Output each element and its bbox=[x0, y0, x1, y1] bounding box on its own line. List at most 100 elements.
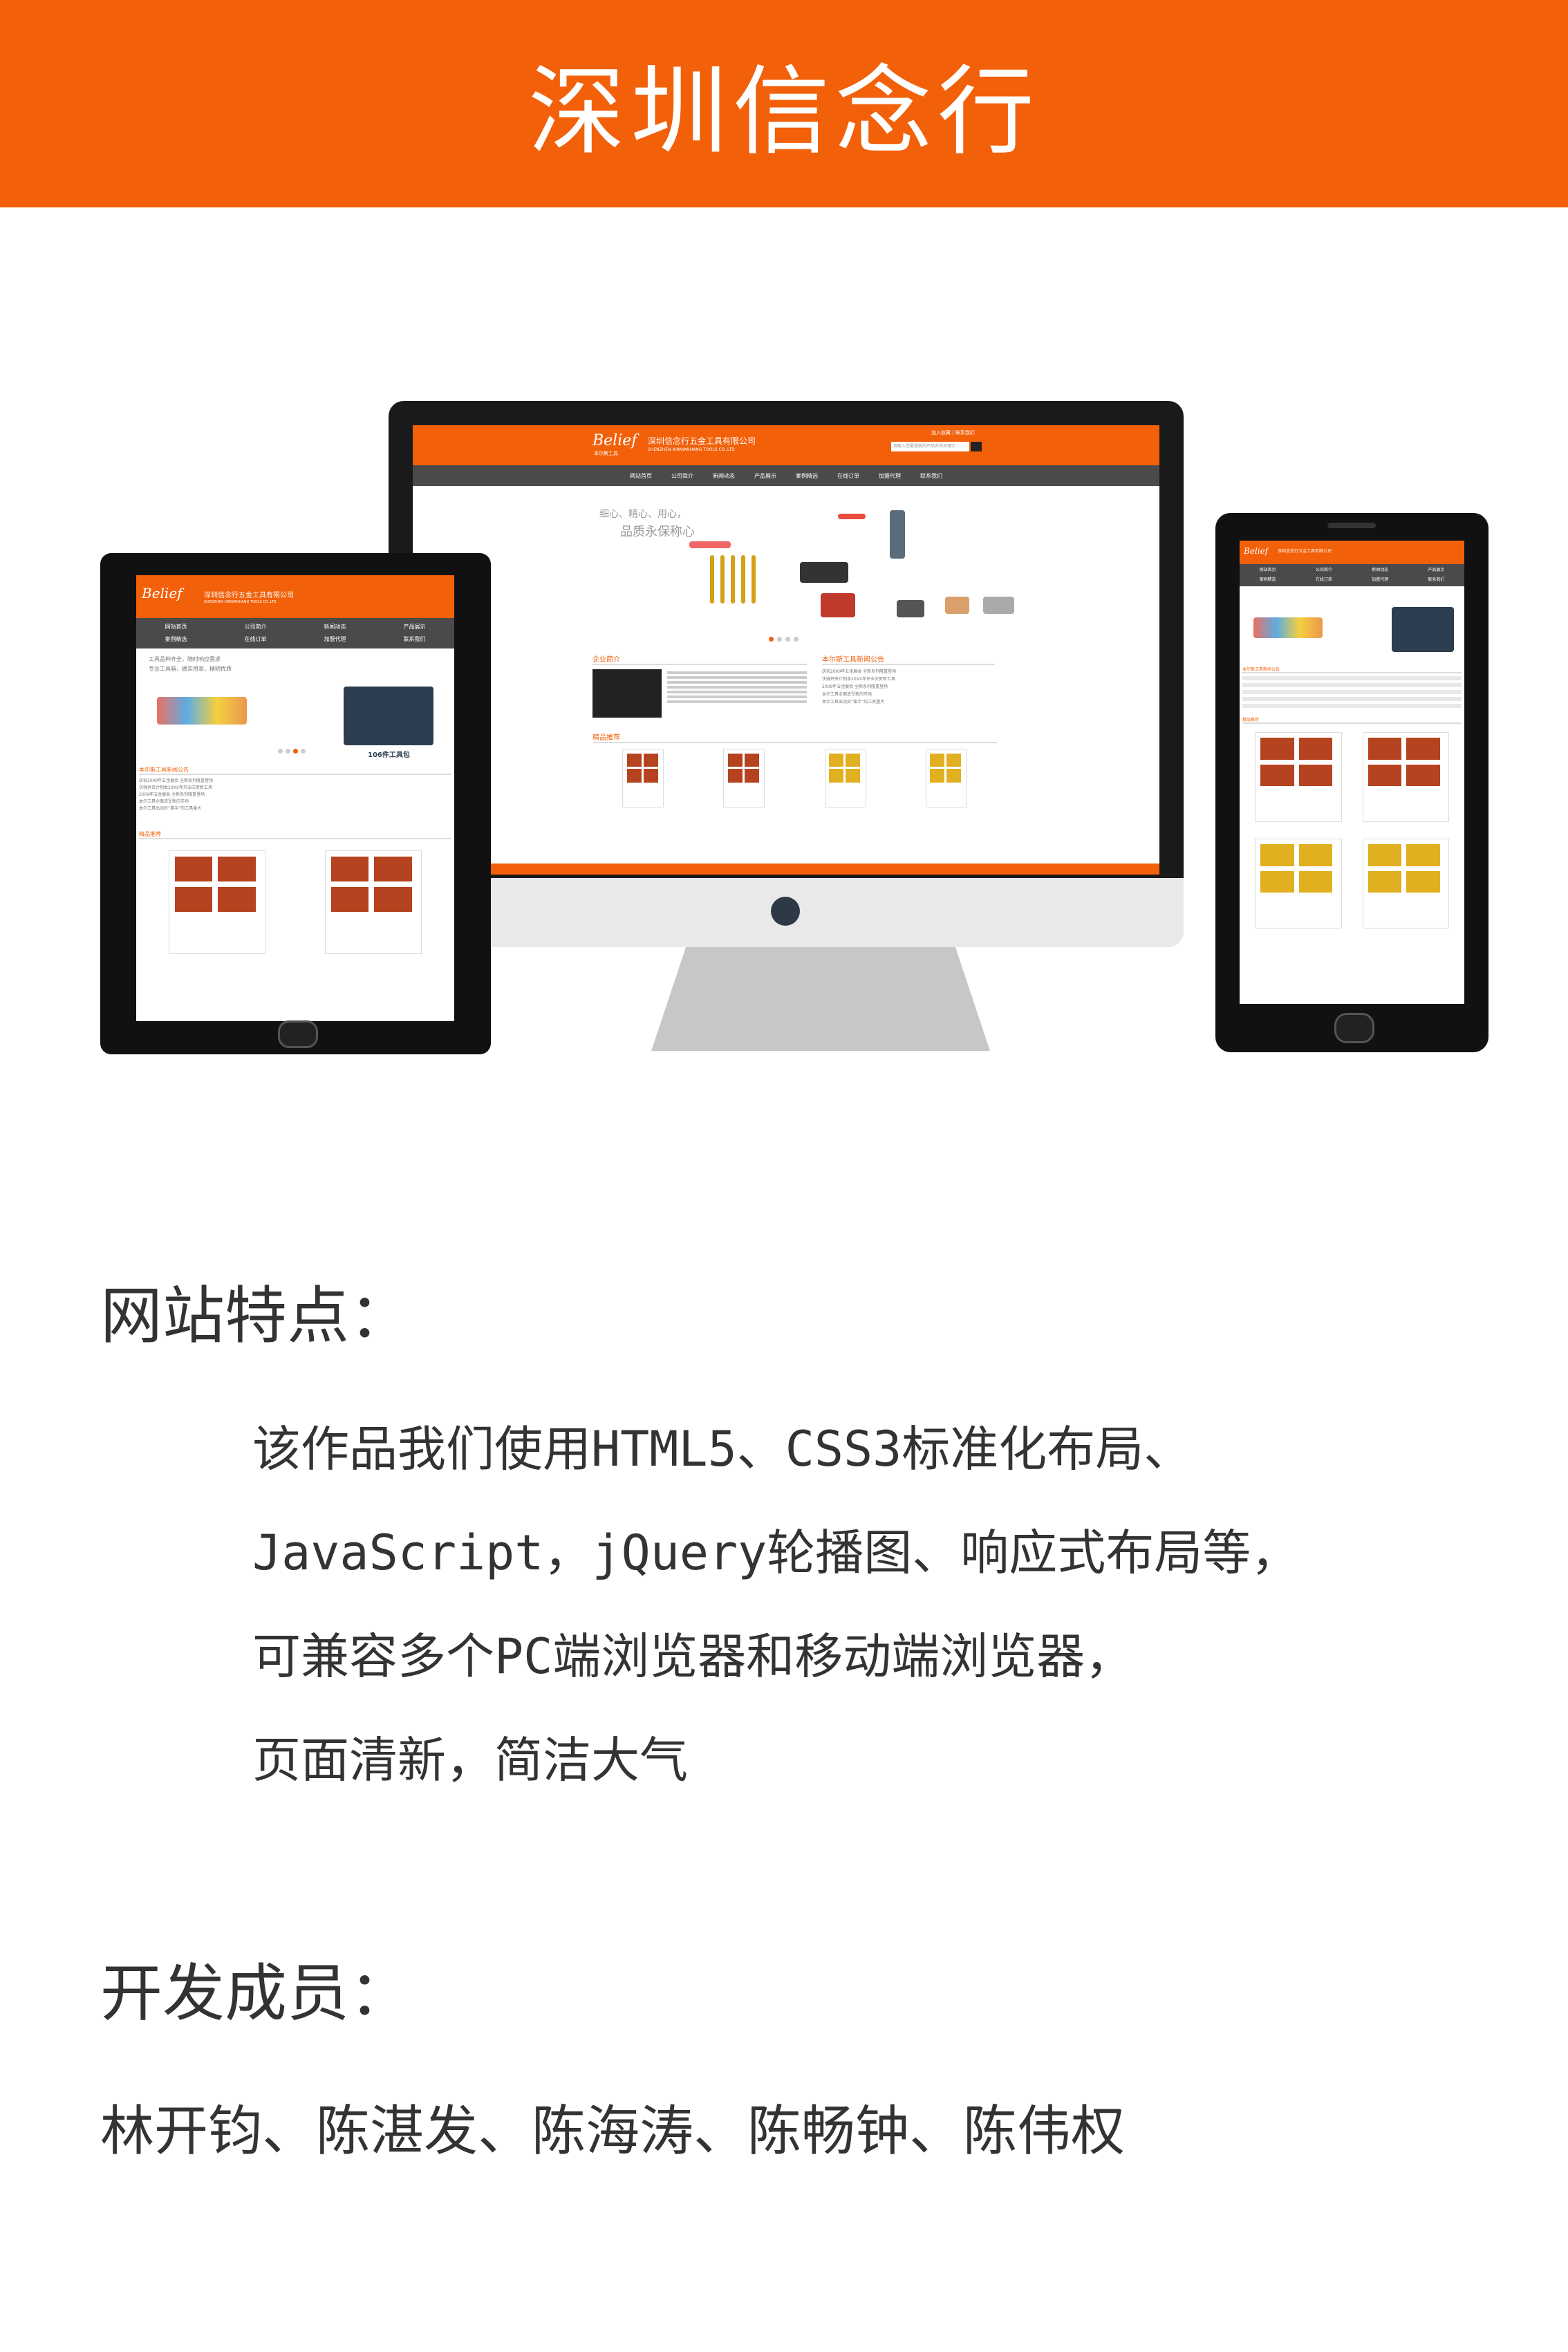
carousel-dot[interactable] bbox=[293, 749, 298, 754]
screwdriver-image bbox=[741, 555, 745, 604]
carousel-dot[interactable] bbox=[794, 637, 799, 642]
news-item[interactable]: 庆祝2009年五金展会 全新系列隆重登场 bbox=[822, 668, 995, 675]
news-item[interactable]: 2009年五金展会 全新系列隆重登场 bbox=[139, 792, 451, 799]
carousel-dot[interactable] bbox=[301, 749, 306, 754]
news-item[interactable]: 沃强并央计制本20XX年开业庆贺新工具 bbox=[822, 675, 995, 683]
phone-company-name: 深圳信念行五金工具有限公司 bbox=[1278, 549, 1332, 554]
product-card[interactable] bbox=[723, 749, 765, 808]
nav-item[interactable]: 网站首页 bbox=[136, 621, 216, 633]
tablet-hero-line1: 工具品种齐全，随时响应需求 bbox=[149, 656, 221, 662]
news-item[interactable]: 本尔工具全面进军新的市场 bbox=[822, 691, 995, 698]
news-item[interactable]: 本尔工具全面进军新的市场 bbox=[139, 799, 451, 805]
product-card[interactable] bbox=[1362, 732, 1449, 822]
banner-title: 深圳信念行 bbox=[528, 56, 1040, 169]
about-heading: 企业简介 bbox=[592, 653, 807, 665]
tablet-home-button bbox=[278, 1020, 318, 1048]
team-heading: 开发成员： bbox=[100, 1957, 411, 2030]
product-card[interactable] bbox=[622, 749, 664, 808]
nav-item[interactable]: 新闻动态 bbox=[713, 472, 735, 480]
nav-item[interactable]: 加盟代理 bbox=[879, 472, 901, 480]
screwdriver-image bbox=[838, 514, 866, 519]
phone-hero bbox=[1240, 586, 1464, 666]
nav-item[interactable]: 联系我们 bbox=[920, 472, 942, 480]
nav-item[interactable]: 产品展示 bbox=[375, 621, 454, 633]
nav-item[interactable]: 案例精选 bbox=[1240, 575, 1296, 585]
product-card[interactable] bbox=[1255, 839, 1342, 928]
nav-item[interactable]: 在线订单 bbox=[837, 472, 859, 480]
nav-item[interactable]: 加盟代理 bbox=[1352, 575, 1408, 585]
news-item[interactable]: 庆祝2009年五金展会 全新系列隆重登场 bbox=[139, 778, 451, 785]
desktop-screen: Belief 本尔斯工具 深圳信念行五金工具有限公司 SHENZHEN XINN… bbox=[413, 425, 1159, 875]
product-card[interactable] bbox=[824, 749, 866, 808]
company-name: 深圳信念行五金工具有限公司 bbox=[648, 436, 756, 446]
header-links[interactable]: 加入收藏 | 联系我们 bbox=[931, 429, 975, 436]
carousel-dot[interactable] bbox=[785, 637, 790, 642]
tool-image bbox=[945, 597, 969, 614]
tablet-news: 本尔斯工具新闻公告 庆祝2009年五金展会 全新系列隆重登场 沃强并央计制本20… bbox=[136, 766, 454, 954]
news-item[interactable]: 本尔工具出动员“事半”的工具量大 bbox=[822, 698, 995, 706]
nav-item[interactable]: 网站首页 bbox=[630, 472, 652, 480]
nav-item[interactable]: 公司简介 bbox=[1296, 566, 1352, 575]
search-button[interactable] bbox=[971, 442, 982, 451]
phone-screen: Belief 深圳信念行五金工具有限公司 网站首页 公司简介 新闻动态 产品展示… bbox=[1240, 541, 1464, 1004]
hero-carousel: 细心、精心、用心， 品质永保称心 bbox=[413, 486, 1159, 648]
tablet-company-name: 深圳信念行五金工具有限公司 bbox=[204, 592, 294, 599]
product-card[interactable] bbox=[1255, 732, 1342, 822]
bag-label: 106件工具包 bbox=[368, 752, 410, 759]
desktop-mockup: Belief 本尔斯工具 深圳信念行五金工具有限公司 SHENZHEN XINN… bbox=[389, 401, 1184, 1051]
hero-slogan-1: 细心、精心、用心， bbox=[599, 509, 687, 520]
tablet-header: Belief 深圳信念行五金工具有限公司 SHENZHEN XINNIANHAN… bbox=[136, 575, 454, 618]
nav-item[interactable]: 在线订单 bbox=[1296, 575, 1352, 585]
tool-bag-image bbox=[1392, 607, 1454, 652]
screwdriver-image bbox=[710, 555, 714, 604]
company-name-en: SHENZHEN XINNIANHANG TOOLS CO.,LTD bbox=[648, 447, 735, 452]
nav-item[interactable]: 产品展示 bbox=[1408, 566, 1464, 575]
feature-line: 可兼容多个PC端浏览器和移动端浏览器， bbox=[252, 1628, 1134, 1685]
title-banner: 深圳信念行 bbox=[0, 0, 1568, 207]
business-image bbox=[592, 669, 662, 718]
site-footer bbox=[413, 864, 1159, 875]
products-heading: 精品推荐 bbox=[592, 731, 997, 743]
screwdriver-image bbox=[720, 555, 725, 604]
tool-set-image bbox=[800, 562, 848, 583]
product-card[interactable] bbox=[1362, 839, 1449, 928]
news-item[interactable]: 沃强并央计制本20XX年开业庆贺新工具 bbox=[139, 785, 451, 792]
product-card[interactable] bbox=[169, 850, 265, 954]
nav-item[interactable]: 案例精选 bbox=[796, 472, 818, 480]
nav-item[interactable]: 加盟代理 bbox=[295, 633, 375, 646]
phone-products bbox=[1242, 732, 1462, 928]
tablet-news-heading: 本尔斯工具新闻公告 bbox=[139, 766, 451, 775]
nav-item[interactable]: 联系我们 bbox=[375, 633, 454, 646]
site-logo-sub: 本尔斯工具 bbox=[594, 451, 618, 456]
feature-line: JavaScript，jQuery轮播图、响应式布局等， bbox=[252, 1524, 1300, 1581]
phone-home-button bbox=[1334, 1013, 1374, 1043]
product-card[interactable] bbox=[325, 850, 422, 954]
news-item[interactable]: 本尔工具出动员“事半”的工具量大 bbox=[139, 805, 451, 812]
nav-item[interactable]: 公司简介 bbox=[216, 621, 295, 633]
site-header: Belief 本尔斯工具 深圳信念行五金工具有限公司 SHENZHEN XINN… bbox=[413, 425, 1159, 465]
nav-item[interactable]: 联系我们 bbox=[1408, 575, 1464, 585]
nav-item[interactable]: 案例精选 bbox=[136, 633, 216, 646]
nav-item[interactable]: 公司简介 bbox=[671, 472, 693, 480]
screwdriver-image bbox=[689, 541, 731, 548]
tools-image bbox=[1253, 617, 1323, 638]
search-input[interactable]: 请输入您要搜索的产品名称关键字 bbox=[891, 442, 969, 451]
team-members: 林开钧、陈湛发、陈海涛、陈畅钟、陈伟权 bbox=[100, 2100, 1126, 2163]
nav-item[interactable]: 网站首页 bbox=[1240, 566, 1296, 575]
news-item[interactable]: 2009年五金展会 全新系列隆重登场 bbox=[822, 683, 995, 691]
screwdriver-image bbox=[731, 555, 735, 604]
nav-item[interactable]: 产品展示 bbox=[754, 472, 776, 480]
nav-item[interactable]: 在线订单 bbox=[216, 633, 295, 646]
nav-item[interactable]: 新闻动态 bbox=[295, 621, 375, 633]
tool-image bbox=[983, 597, 1014, 614]
phone-speaker bbox=[1327, 523, 1376, 528]
carousel-dot[interactable] bbox=[286, 749, 290, 754]
carousel-dot[interactable] bbox=[769, 637, 774, 642]
product-card[interactable] bbox=[925, 749, 967, 808]
carousel-dots[interactable] bbox=[769, 637, 799, 642]
tablet-carousel-dots[interactable] bbox=[278, 749, 306, 754]
nav-item[interactable]: 新闻动态 bbox=[1352, 566, 1408, 575]
carousel-dot[interactable] bbox=[777, 637, 782, 642]
carousel-dot[interactable] bbox=[278, 749, 283, 754]
phone-products-heading: 精品推荐 bbox=[1242, 716, 1462, 724]
